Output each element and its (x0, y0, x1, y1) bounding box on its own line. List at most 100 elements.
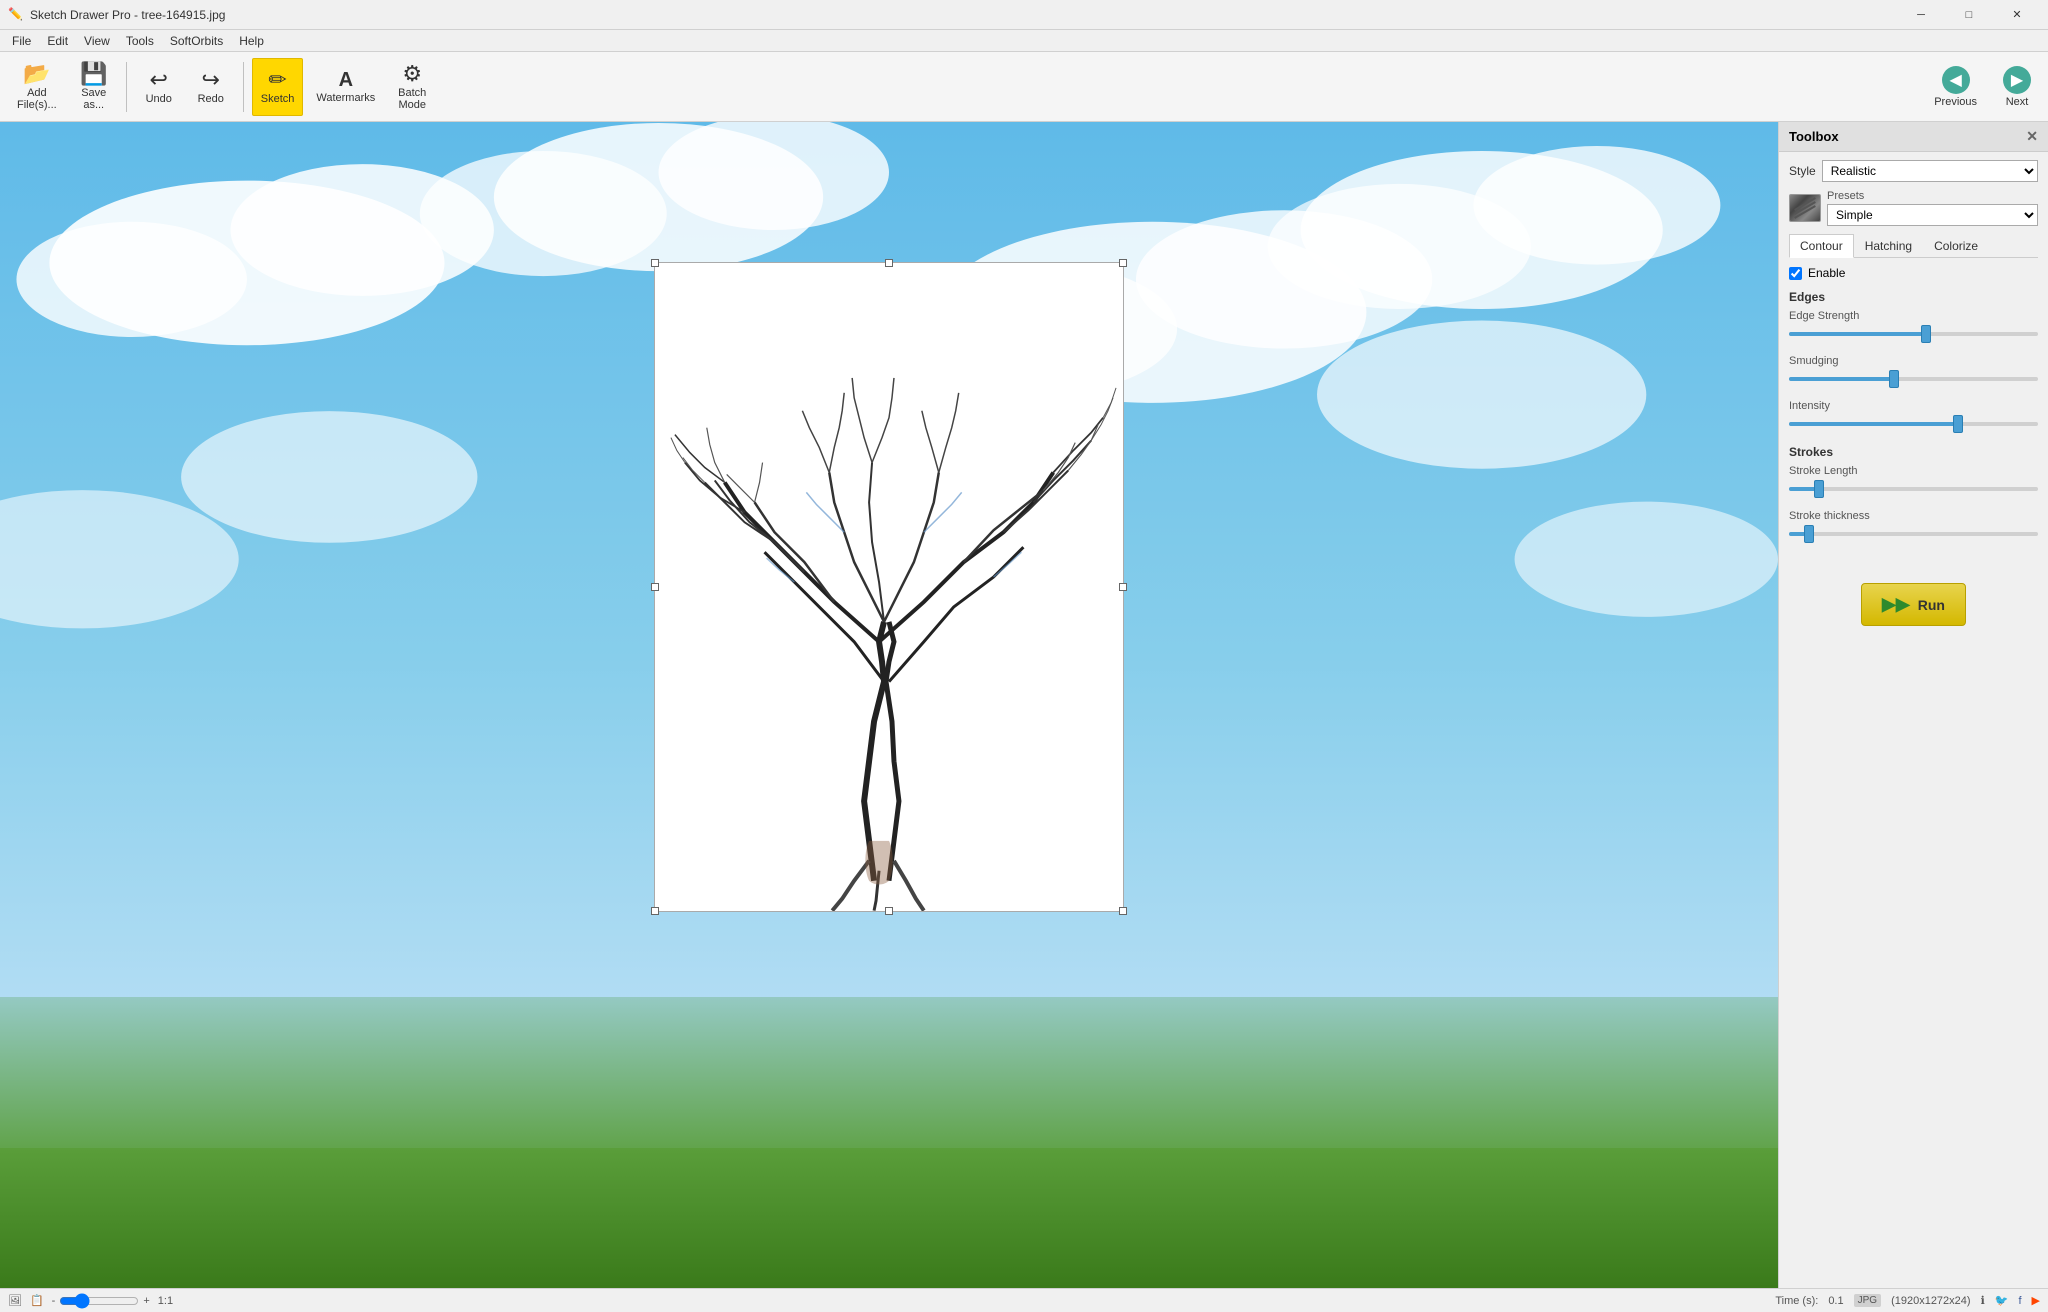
intensity-fill (1789, 422, 1958, 426)
intensity-thumb[interactable] (1953, 415, 1963, 433)
zoom-slider[interactable] (59, 1293, 139, 1309)
batch-mode-button[interactable]: ⚙ BatchMode (388, 58, 436, 116)
edges-title: Edges (1789, 290, 2038, 304)
previous-icon: ◀ (1942, 66, 1970, 94)
run-button[interactable]: ▶▶ Run (1861, 583, 1966, 626)
stroke-thickness-thumb[interactable] (1804, 525, 1814, 543)
undo-button[interactable]: ↩ Undo (135, 58, 183, 116)
smudging-track[interactable] (1789, 377, 2038, 381)
run-arrow-icon: ▶▶ (1882, 594, 1910, 615)
save-label: Saveas... (81, 87, 106, 111)
window-title: Sketch Drawer Pro - tree-164915.jpg (30, 8, 1898, 22)
batch-mode-icon: ⚙ (402, 63, 422, 85)
resize-handle-tr[interactable] (1119, 259, 1127, 267)
separator-2 (243, 62, 244, 112)
toolbox-close-button[interactable]: ✕ (2026, 128, 2038, 145)
smudging-fill (1789, 377, 1894, 381)
tab-contour[interactable]: Contour (1789, 234, 1854, 258)
edge-strength-track[interactable] (1789, 332, 2038, 336)
style-select[interactable]: Realistic Pencil Charcoal Ink (1822, 160, 2038, 182)
zoom-value: 1:1 (158, 1295, 173, 1307)
sketch-icon: ✏ (268, 69, 286, 91)
stroke-length-track[interactable] (1789, 487, 2038, 491)
style-row: Style Realistic Pencil Charcoal Ink (1789, 160, 2038, 182)
social-icon-2[interactable]: f (2018, 1295, 2021, 1307)
resize-handle-bl[interactable] (651, 907, 659, 915)
next-button[interactable]: ▶ Next (1994, 61, 2040, 113)
resize-handle-tm[interactable] (885, 259, 893, 267)
title-bar: ✏️ Sketch Drawer Pro - tree-164915.jpg ─… (0, 0, 2048, 30)
smudging-thumb[interactable] (1889, 370, 1899, 388)
tab-hatching[interactable]: Hatching (1854, 234, 1923, 257)
window-controls: ─ □ ✕ (1898, 0, 2040, 30)
app-icon: ✏️ (8, 7, 24, 23)
menu-softorbits[interactable]: SoftOrbits (162, 30, 231, 52)
zoom-plus[interactable]: + (143, 1295, 149, 1307)
presets-select-container: Presets Simple Detailed Soft Hard (1827, 190, 2038, 226)
toolbox-title: Toolbox (1789, 129, 1839, 144)
main-area: Toolbox ✕ Style Realistic Pencil Charcoa… (0, 122, 2048, 1288)
presets-select[interactable]: Simple Detailed Soft Hard (1827, 204, 2038, 226)
social-icon-1[interactable]: 🐦 (1995, 1294, 2009, 1307)
edge-strength-slider-container (1789, 325, 2038, 343)
strokes-title: Strokes (1789, 445, 2038, 459)
watermarks-button[interactable]: A Watermarks (307, 58, 384, 116)
presets-label: Presets (1827, 190, 2038, 202)
add-files-icon: 📂 (23, 63, 50, 85)
menu-file[interactable]: File (4, 30, 39, 52)
stroke-thickness-label: Stroke thickness (1789, 510, 2038, 522)
close-button[interactable]: ✕ (1994, 0, 2040, 30)
enable-row: Enable (1789, 266, 2038, 280)
redo-label: Redo (198, 93, 224, 105)
batch-mode-label: BatchMode (398, 87, 426, 111)
stroke-thickness-track[interactable] (1789, 532, 2038, 536)
presets-row: Presets Simple Detailed Soft Hard (1789, 190, 2038, 226)
enable-checkbox[interactable] (1789, 267, 1802, 280)
sketch-label: Sketch (261, 93, 295, 105)
edge-strength-thumb[interactable] (1921, 325, 1931, 343)
redo-button[interactable]: ↪ Redo (187, 58, 235, 116)
stroke-thickness-row: Stroke thickness (1789, 510, 2038, 543)
status-right: Time (s): 0.1 JPG (1920x1272x24) ℹ 🐦 f ▶ (1775, 1294, 2040, 1307)
menu-view[interactable]: View (76, 30, 118, 52)
zoom-control: - + (52, 1293, 150, 1309)
toolbox-content: Style Realistic Pencil Charcoal Ink (1779, 152, 2048, 642)
format-badge: JPG (1854, 1294, 1881, 1307)
add-files-button[interactable]: 📂 AddFile(s)... (8, 58, 66, 116)
minimize-button[interactable]: ─ (1898, 0, 1944, 30)
previous-button[interactable]: ◀ Previous (1925, 61, 1986, 113)
sketch-frame[interactable] (654, 262, 1124, 912)
maximize-button[interactable]: □ (1946, 0, 1992, 30)
stroke-length-label: Stroke Length (1789, 465, 2038, 477)
info-icon[interactable]: ℹ (1981, 1294, 1985, 1307)
undo-label: Undo (146, 93, 172, 105)
status-icon-2: 📋 (30, 1294, 44, 1307)
next-icon: ▶ (2003, 66, 2031, 94)
social-icon-3[interactable]: ▶ (2032, 1294, 2040, 1307)
toolbar: 📂 AddFile(s)... 💾 Saveas... ↩ Undo ↪ Red… (0, 52, 2048, 122)
watermarks-icon: A (339, 70, 353, 90)
save-as-button[interactable]: 💾 Saveas... (70, 58, 118, 116)
tab-colorize[interactable]: Colorize (1923, 234, 1989, 257)
presets-lines-decoration (1793, 203, 1817, 213)
status-icon-1: 🖼 (8, 1294, 22, 1307)
edge-strength-row: Edge Strength (1789, 310, 2038, 343)
stroke-length-thumb[interactable] (1814, 480, 1824, 498)
stroke-length-row: Stroke Length (1789, 465, 2038, 498)
resize-handle-br[interactable] (1119, 907, 1127, 915)
time-value: 0.1 (1828, 1295, 1843, 1307)
menu-help[interactable]: Help (231, 30, 272, 52)
menu-bar: File Edit View Tools SoftOrbits Help (0, 30, 2048, 52)
undo-icon: ↩ (150, 69, 168, 91)
toolbox-panel: Toolbox ✕ Style Realistic Pencil Charcoa… (1778, 122, 2048, 1288)
resize-handle-mr[interactable] (1119, 583, 1127, 591)
menu-edit[interactable]: Edit (39, 30, 76, 52)
intensity-track[interactable] (1789, 422, 2038, 426)
resize-handle-tl[interactable] (651, 259, 659, 267)
zoom-minus[interactable]: - (52, 1295, 56, 1307)
sketch-button[interactable]: ✏ Sketch (252, 58, 304, 116)
intensity-slider-container (1789, 415, 2038, 433)
resize-handle-ml[interactable] (651, 583, 659, 591)
menu-tools[interactable]: Tools (118, 30, 162, 52)
resize-handle-bm[interactable] (885, 907, 893, 915)
